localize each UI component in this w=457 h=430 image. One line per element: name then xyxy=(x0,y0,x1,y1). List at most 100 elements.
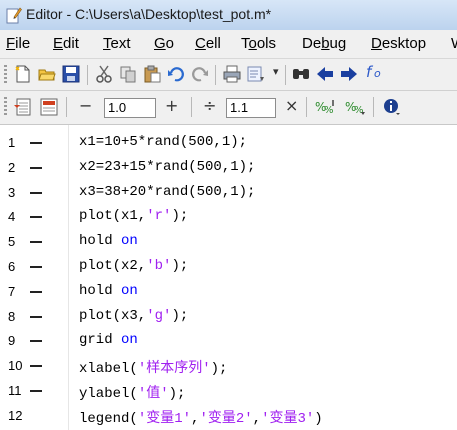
code-token: , xyxy=(252,410,262,427)
new-file-icon[interactable] xyxy=(14,65,32,83)
increment-value-field[interactable]: 1.0 xyxy=(104,98,156,118)
toolbar-grip[interactable] xyxy=(4,97,7,117)
keyword-token: on xyxy=(121,233,138,250)
breakpoint-marker[interactable] xyxy=(30,142,42,144)
redo-icon[interactable] xyxy=(191,65,209,83)
code-token: ); xyxy=(171,208,189,225)
code-token: ); xyxy=(210,361,228,378)
line-number: 10 xyxy=(8,358,23,374)
comment-icon[interactable] xyxy=(247,65,265,83)
scale-value-field[interactable]: 1.1 xyxy=(226,98,276,118)
line-number: 11 xyxy=(8,383,22,398)
code-token: x3=38+20*rand(500,1); xyxy=(79,183,256,200)
string-token: 'r' xyxy=(146,208,172,225)
breakpoint-marker[interactable] xyxy=(30,166,42,169)
code-line[interactable]: 6 plot(x2,'b'); xyxy=(0,255,457,280)
toolbar-separator xyxy=(215,65,216,85)
code-text: hold on xyxy=(79,233,138,249)
code-line[interactable]: 11 ylabel('值'); xyxy=(0,379,457,404)
code-token: hold xyxy=(79,282,122,299)
line-number: 9 xyxy=(8,333,16,349)
code-line[interactable]: 5 hold on xyxy=(0,230,457,255)
breakpoint-marker[interactable] xyxy=(30,340,42,343)
line-number: 8 xyxy=(8,308,16,324)
breakpoint-marker[interactable] xyxy=(30,290,42,293)
decrement-button[interactable]: − xyxy=(79,96,92,115)
code-line[interactable]: 8 plot(x3,'g'); xyxy=(0,305,457,330)
menu-tools[interactable]: Tools xyxy=(241,35,276,52)
paste-icon[interactable] xyxy=(143,65,161,83)
breakpoint-marker[interactable] xyxy=(30,241,42,244)
code-line[interactable]: 7 hold on xyxy=(0,280,457,305)
code-text: legend('变量1','变量2','变量3') xyxy=(79,407,323,427)
cell-eval-advance-icon[interactable]: % % xyxy=(345,98,367,116)
code-token: ) xyxy=(314,410,323,427)
insert-cell-divider-icon[interactable] xyxy=(14,98,32,116)
code-text: x2=23+15*rand(500,1); xyxy=(79,159,255,175)
code-line[interactable]: 10 xlabel('样本序列'); xyxy=(0,354,457,379)
breakpoint-marker[interactable] xyxy=(30,390,42,392)
breakpoint-marker[interactable] xyxy=(30,266,42,268)
increment-button[interactable]: + xyxy=(165,96,178,115)
menu-go[interactable]: Go xyxy=(154,35,174,52)
code-token: plot(x3, xyxy=(79,307,147,324)
copy-icon[interactable] xyxy=(119,65,137,83)
line-number: 6 xyxy=(8,259,16,274)
find-icon[interactable] xyxy=(292,65,310,83)
menu-bar: File Edit Text Go Cell Tools Debug Deskt… xyxy=(0,30,457,59)
code-text: x3=38+20*rand(500,1); xyxy=(79,184,255,200)
breakpoint-marker[interactable] xyxy=(30,216,42,219)
string-token: '变量1' xyxy=(137,410,192,427)
line-number: 12 xyxy=(8,407,23,423)
menu-text[interactable]: Text xyxy=(103,35,131,52)
window-title: Editor - C:\Users\a\Desktop\test_pot.m* xyxy=(26,6,272,22)
back-arrow-icon[interactable] xyxy=(316,65,334,83)
function-icon[interactable]: f xyxy=(366,63,371,81)
line-number: 2 xyxy=(8,159,16,175)
menu-file[interactable]: File xyxy=(6,35,30,52)
code-token: plot(x2, xyxy=(79,258,147,274)
code-token: legend( xyxy=(79,410,138,427)
cell-mode-info-icon[interactable] xyxy=(383,98,401,116)
undo-icon[interactable] xyxy=(167,65,185,83)
code-text: plot(x2,'b'); xyxy=(79,258,188,274)
code-line[interactable]: 12 legend('变量1','变量2','变量3') xyxy=(0,404,457,429)
menu-desktop[interactable]: Desktop xyxy=(371,35,426,52)
keyword-token: on xyxy=(121,332,138,349)
code-line[interactable]: 2 x2=23+15*rand(500,1); xyxy=(0,156,457,181)
code-editor[interactable]: 1 x1=10+5*rand(500,1); 2 x2=23+15*rand(500,… xyxy=(0,125,457,430)
cut-icon[interactable] xyxy=(95,65,113,83)
code-line[interactable]: 1 x1=10+5*rand(500,1); xyxy=(0,131,457,156)
code-line[interactable]: 4 plot(x1,'r'); xyxy=(0,205,457,230)
string-token: 'b' xyxy=(146,258,172,274)
insert-cell-title-icon[interactable] xyxy=(40,98,58,116)
print-icon[interactable] xyxy=(223,65,241,83)
breakpoint-marker[interactable] xyxy=(30,365,42,368)
code-line[interactable]: 9 grid on xyxy=(0,329,457,354)
forward-arrow-icon[interactable] xyxy=(340,65,358,83)
cell-eval-icon[interactable]: % % xyxy=(315,98,337,116)
breakpoint-marker[interactable] xyxy=(30,191,42,194)
toolbar-separator xyxy=(373,97,374,117)
breakpoint-marker[interactable] xyxy=(30,315,42,318)
divide-button[interactable]: ÷ xyxy=(203,96,216,115)
line-number: 5 xyxy=(8,234,16,250)
toolbar-separator xyxy=(66,97,67,117)
menu-window[interactable]: W xyxy=(451,35,457,52)
multiply-button[interactable]: × xyxy=(285,96,298,115)
menu-debug[interactable]: Debug xyxy=(302,35,346,52)
code-text: xlabel('样本序列'); xyxy=(79,357,227,377)
menu-cell[interactable]: Cell xyxy=(195,35,221,52)
code-line[interactable]: 3 x3=38+20*rand(500,1); xyxy=(0,181,457,206)
code-token: ); xyxy=(171,307,189,324)
svg-text:%: % xyxy=(354,105,364,116)
string-token: '变量3' xyxy=(261,410,315,427)
open-folder-icon[interactable] xyxy=(38,65,56,83)
menu-edit[interactable]: Edit xyxy=(53,35,79,52)
save-icon[interactable] xyxy=(62,65,80,83)
main-toolbar: ▾ f o xyxy=(0,59,457,91)
string-token: '变量2' xyxy=(199,410,253,427)
chevron-down-icon[interactable]: ▾ xyxy=(273,65,279,78)
toolbar-grip[interactable] xyxy=(4,65,7,85)
code-text: plot(x3,'g'); xyxy=(79,308,188,324)
